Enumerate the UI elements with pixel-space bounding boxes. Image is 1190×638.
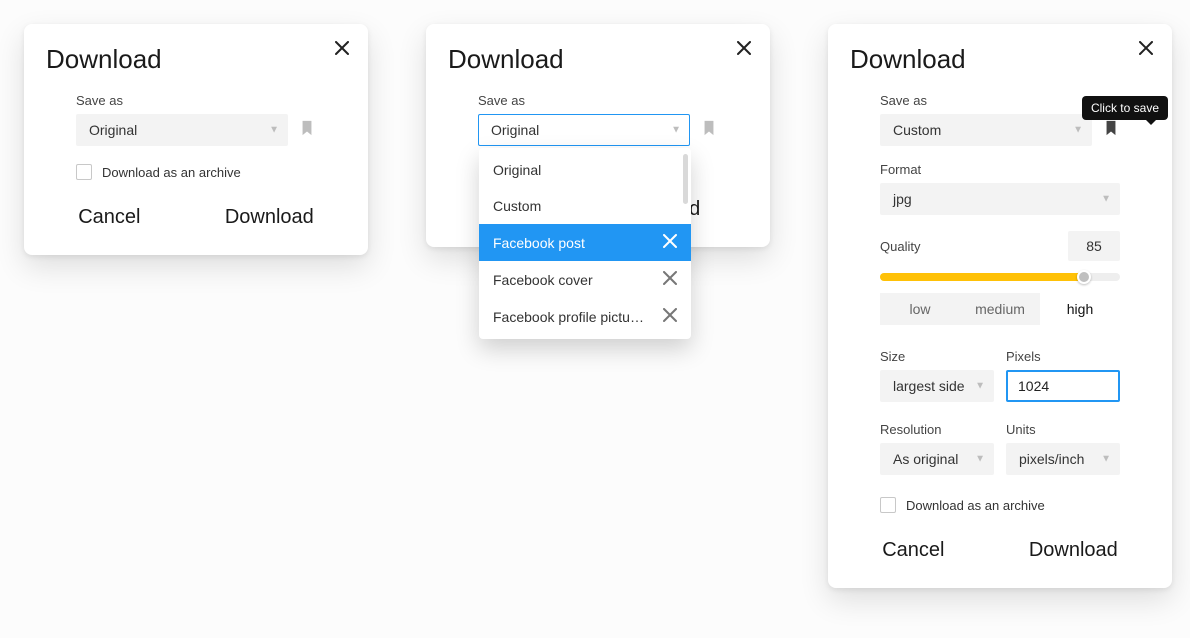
archive-label: Download as an archive (906, 498, 1045, 513)
modal-title: Download (46, 44, 346, 75)
size-label: Size (880, 349, 994, 364)
download-modal-dropdown: Download Save as Original ▼ OriginalCust… (426, 24, 770, 247)
save-as-dropdown: Original Custom Facebook post Facebook cove… (479, 148, 691, 339)
quality-medium-button[interactable]: medium (960, 293, 1040, 325)
bookmark-icon (300, 120, 314, 141)
bookmark-icon (702, 120, 716, 141)
slider-fill (880, 273, 1084, 281)
units-select[interactable]: pixels/inch ▼ (1006, 443, 1120, 475)
resolution-value: As original (893, 451, 958, 467)
save-as-value: Custom (893, 122, 941, 138)
caret-down-icon: ▼ (975, 381, 985, 392)
units-value: pixels/inch (1019, 451, 1084, 467)
save-as-option[interactable]: Original (479, 152, 691, 188)
save-as-option[interactable]: Custom (479, 188, 691, 224)
slider-knob[interactable] (1077, 270, 1091, 284)
quality-label: Quality (880, 239, 920, 254)
archive-label: Download as an archive (102, 165, 241, 180)
caret-down-icon: ▼ (671, 125, 681, 136)
delete-preset-button[interactable] (663, 234, 677, 251)
download-button[interactable]: Download (1021, 533, 1126, 568)
cancel-button[interactable]: Cancel (70, 200, 148, 235)
save-as-select[interactable]: Custom ▼ (880, 114, 1092, 146)
modal-title: Download (448, 44, 748, 75)
resolution-label: Resolution (880, 422, 994, 437)
save-as-label: Save as (76, 93, 316, 108)
format-label: Format (880, 162, 1120, 177)
caret-down-icon: ▼ (975, 454, 985, 465)
close-icon (663, 308, 677, 325)
option-label: Original (493, 162, 677, 178)
download-modal-basic: Download Save as Original ▼ (24, 24, 368, 255)
option-label: Facebook post (493, 235, 663, 251)
caret-down-icon: ▼ (1101, 194, 1111, 205)
quality-high-button[interactable]: high (1040, 293, 1120, 325)
format-select[interactable]: jpg ▼ (880, 183, 1120, 215)
format-value: jpg (893, 191, 912, 207)
save-as-select[interactable]: Original ▼ (76, 114, 288, 146)
save-tooltip: Click to save (1082, 96, 1168, 120)
size-value: largest side (893, 378, 965, 394)
save-as-option[interactable]: Facebook profile pictu… (479, 298, 691, 335)
quality-low-button[interactable]: low (880, 293, 960, 325)
cancel-button[interactable]: Cancel (874, 533, 952, 568)
units-label: Units (1006, 422, 1120, 437)
close-icon (335, 41, 349, 60)
save-as-value: Original (89, 122, 137, 138)
save-as-option[interactable]: Facebook post (479, 224, 691, 261)
delete-preset-button[interactable] (663, 308, 677, 325)
close-button[interactable] (330, 38, 354, 62)
size-select[interactable]: largest side ▼ (880, 370, 994, 402)
option-label: Custom (493, 198, 677, 214)
bookmark-icon (1104, 120, 1118, 141)
save-as-value: Original (491, 122, 539, 138)
close-icon (663, 234, 677, 251)
save-as-select[interactable]: Original ▼ OriginalCustomFacebook postFa… (478, 114, 690, 146)
archive-checkbox[interactable] (76, 164, 92, 180)
close-button[interactable] (732, 38, 756, 62)
delete-preset-button[interactable] (663, 271, 677, 288)
option-label: Facebook profile pictu… (493, 309, 663, 325)
quality-slider[interactable] (880, 273, 1120, 281)
bookmark-button[interactable] (700, 121, 718, 139)
bookmark-button[interactable] (298, 121, 316, 139)
caret-down-icon: ▼ (1073, 125, 1083, 136)
caret-down-icon: ▼ (269, 125, 279, 136)
bookmark-button[interactable] (1102, 121, 1120, 139)
close-icon (1139, 41, 1153, 60)
modal-title: Download (850, 44, 1150, 75)
quality-preset-segmented: low medium high (880, 293, 1120, 325)
caret-down-icon: ▼ (1101, 454, 1111, 465)
save-as-option[interactable]: Facebook cover (479, 261, 691, 298)
dropdown-scrollbar[interactable] (683, 154, 688, 204)
archive-checkbox[interactable] (880, 497, 896, 513)
pixels-input[interactable] (1006, 370, 1120, 402)
close-icon (737, 41, 751, 60)
resolution-select[interactable]: As original ▼ (880, 443, 994, 475)
pixels-label: Pixels (1006, 349, 1120, 364)
option-label: Facebook cover (493, 272, 663, 288)
close-icon (663, 271, 677, 288)
download-button[interactable]: Download (217, 200, 322, 235)
quality-value[interactable]: 85 (1068, 231, 1120, 261)
save-as-label: Save as (478, 93, 718, 108)
download-modal-custom: Download Click to save Save as Custom ▼ (828, 24, 1172, 588)
close-button[interactable] (1134, 38, 1158, 62)
